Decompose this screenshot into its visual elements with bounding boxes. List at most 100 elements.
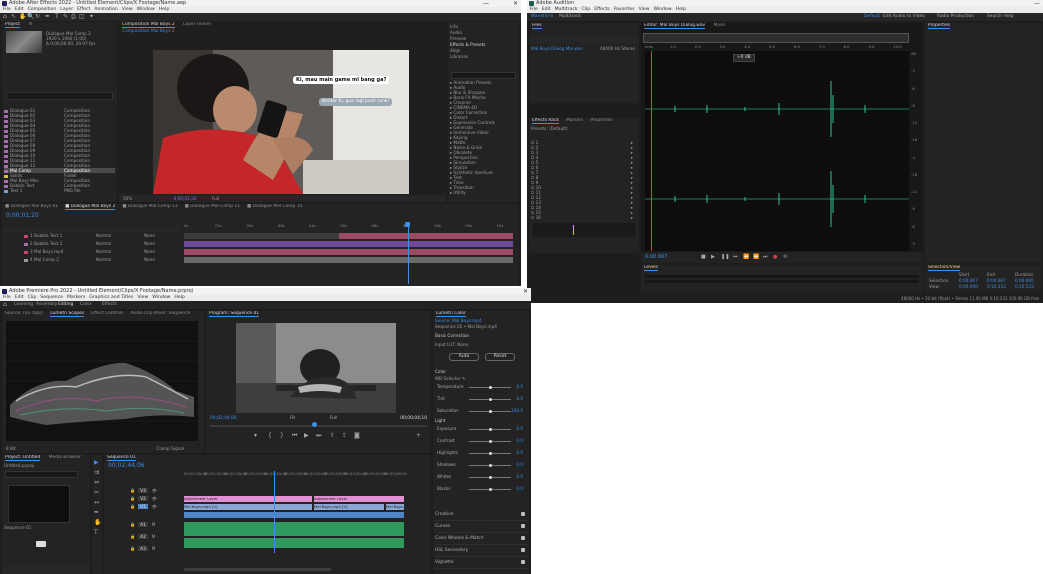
pr-home-icon[interactable]: ⌂ <box>3 301 7 308</box>
media-browser-tab[interactable]: Media Browser <box>49 455 81 460</box>
zoom-select[interactable]: 50% <box>123 196 132 201</box>
ae-menu-view[interactable]: View <box>122 7 133 12</box>
fit-select[interactable]: Fit <box>290 415 295 422</box>
pr-workspace-assembly[interactable]: Assembly <box>36 301 57 309</box>
layer-parent[interactable]: None <box>144 249 155 254</box>
right-panel-tab[interactable]: Info <box>450 24 517 29</box>
track-target-a2[interactable]: A2 <box>138 534 148 539</box>
video-clip-1[interactable]: Mal Boys.mp4 [V] <box>184 504 312 510</box>
pr-workspace-effects[interactable]: Effects <box>102 301 117 309</box>
effect-slot[interactable]: ⏻ 16 ▸ <box>531 215 637 220</box>
comp-timecode[interactable]: 0;00;01;20 <box>174 196 197 201</box>
track-header[interactable]: 🔒 A3 M <box>106 546 180 551</box>
track-visibility-icon[interactable]: 👁 <box>152 504 157 509</box>
effects-rack-tab[interactable]: Effects Rack <box>532 118 559 124</box>
mark-in-icon[interactable]: { <box>268 432 272 439</box>
record-icon[interactable]: ● <box>773 254 777 261</box>
effect-category-item[interactable]: ▸ Utility <box>450 190 517 195</box>
extract-icon[interactable]: ⇪ <box>342 432 347 439</box>
lumetri-prop-knob[interactable] <box>488 385 492 389</box>
waveform-mode-button[interactable]: Waveform <box>531 13 553 21</box>
mark-out-icon[interactable]: } <box>280 432 284 439</box>
pr-menu-file[interactable]: File <box>3 295 11 300</box>
lumetri-prop-knob[interactable] <box>488 427 492 431</box>
lumetri-section-checkbox[interactable] <box>521 512 525 516</box>
layer-parent[interactable]: None <box>144 257 155 262</box>
lumetri-prop-value[interactable]: 0.0 <box>516 474 523 480</box>
layer-mode[interactable]: Normal <box>96 241 111 246</box>
comp-tab-active[interactable]: Composition Mal Boys 2 <box>122 22 175 28</box>
search-help-field[interactable]: Search Help <box>987 13 1014 21</box>
track-target-v1[interactable]: V1 <box>138 504 148 509</box>
pr-pen-icon[interactable]: ✒ <box>94 509 99 516</box>
pr-left-tab[interactable]: Effect Controls <box>91 311 123 316</box>
stamp-tool-icon[interactable]: ⎙ <box>71 13 76 20</box>
lumetri-tab[interactable]: Lumetri Color <box>436 311 466 317</box>
lumetri-prop-slider[interactable] <box>469 427 511 431</box>
add-marker-icon[interactable]: ▾ <box>254 432 257 439</box>
pr-timeline-scrollbar[interactable] <box>184 568 331 571</box>
workspace-default[interactable]: Default <box>864 13 880 21</box>
step-back-icon[interactable]: ⏮ <box>292 432 297 439</box>
timeline-tab[interactable]: ■ Dialogue Mal Comp 13 <box>122 204 177 209</box>
selection-value[interactable]: 0:00.000 <box>959 284 978 289</box>
close-icon[interactable]: ✕ <box>513 0 518 7</box>
ae-menu-composition[interactable]: Composition <box>28 7 57 12</box>
ae-menu-window[interactable]: Window <box>137 7 155 12</box>
pr-close-icon[interactable]: ✕ <box>523 288 528 295</box>
pr-project-tab[interactable]: Project: Untitled <box>5 455 41 461</box>
effect-slot-arrow-icon[interactable]: ▸ <box>631 215 633 220</box>
layer-color-label[interactable] <box>24 250 28 254</box>
reset-button[interactable]: Reset <box>485 353 515 361</box>
track-lock-icon[interactable]: 🔒 <box>130 546 135 551</box>
audio-clip-2[interactable] <box>184 538 404 548</box>
track-visibility-icon[interactable]: 👁 <box>152 496 157 501</box>
lumetri-prop-value[interactable]: 0.0 <box>516 426 523 432</box>
effects-rack-tab[interactable]: Markers <box>566 118 583 123</box>
effects-rack-tab[interactable]: Properties <box>590 118 612 123</box>
home-icon[interactable]: ⌂ <box>3 13 7 20</box>
track-header[interactable]: 🔒 V2 👁 <box>106 496 180 501</box>
hud-gain[interactable]: +0 dB <box>733 54 755 62</box>
pr-menu-edit[interactable]: Edit <box>15 295 24 300</box>
layer-name[interactable]: 4 Mal Comp 2 <box>30 257 59 262</box>
lumetri-section[interactable]: Color Wheels & Match <box>435 533 527 545</box>
pr-menu-clip[interactable]: Clip <box>28 295 37 300</box>
layer-name[interactable]: 3 Mal Boys.mp4 <box>30 249 64 254</box>
track-lock-icon[interactable]: 🔒 <box>130 504 135 509</box>
step-forward-icon[interactable]: ⏭ <box>316 432 321 439</box>
pr-track-select-icon[interactable]: ⇉ <box>94 469 99 476</box>
presets-label[interactable]: Presets: (Default) <box>531 126 637 131</box>
lumetri-prop-value[interactable]: 0.0 <box>516 384 523 390</box>
lumetri-prop-slider[interactable] <box>469 409 511 413</box>
pr-left-tab[interactable]: Source: (no clips) <box>5 311 43 316</box>
au-timecode[interactable]: 0:00.667 <box>645 252 667 263</box>
levels-tab[interactable]: Levels <box>644 265 658 271</box>
layer-parent[interactable]: None <box>144 233 155 238</box>
ae-menu-animation[interactable]: Animation <box>94 7 117 12</box>
sequence-tab[interactable]: Sequence 01 <box>107 455 136 461</box>
lumetri-prop-shadows[interactable]: Shadows 0.0 <box>437 462 525 468</box>
au-menu-file[interactable]: File <box>530 7 538 12</box>
lumetri-section-checkbox[interactable] <box>521 536 525 540</box>
lumetri-section[interactable]: Creative <box>435 509 527 521</box>
layer-bar-3[interactable] <box>184 249 513 255</box>
track-visibility-icon[interactable]: 👁 <box>152 488 157 493</box>
lumetri-prop-highlights[interactable]: Highlights 0.0 <box>437 450 525 456</box>
track-target-a1[interactable]: A1 <box>138 522 148 527</box>
comp-subtab-1[interactable]: Composition Mal Boys 2 <box>122 29 175 34</box>
lumetri-prop-whites[interactable]: Whites 0.0 <box>437 474 525 480</box>
lumetri-prop-blacks[interactable]: Blacks 0.0 <box>437 486 525 492</box>
program-tab[interactable]: Program: Sequence 01 <box>209 311 260 317</box>
lumetri-prop-knob[interactable] <box>488 397 492 401</box>
lumetri-prop-knob[interactable] <box>488 439 492 443</box>
zoom-tool-icon[interactable]: 🔍 <box>27 13 34 20</box>
play-icon[interactable]: ▶ <box>711 254 715 261</box>
forward-icon[interactable]: ⏩ <box>753 254 759 261</box>
pause-icon[interactable]: ❚❚ <box>721 254 729 261</box>
lumetri-prop-knob[interactable] <box>488 475 492 479</box>
project-list-item[interactable]: Text 1 PNG file <box>4 188 115 193</box>
pr-menu-help[interactable]: Help <box>174 295 184 300</box>
lumetri-prop-slider[interactable] <box>469 439 511 443</box>
track-visibility-icon[interactable]: M <box>152 546 156 551</box>
